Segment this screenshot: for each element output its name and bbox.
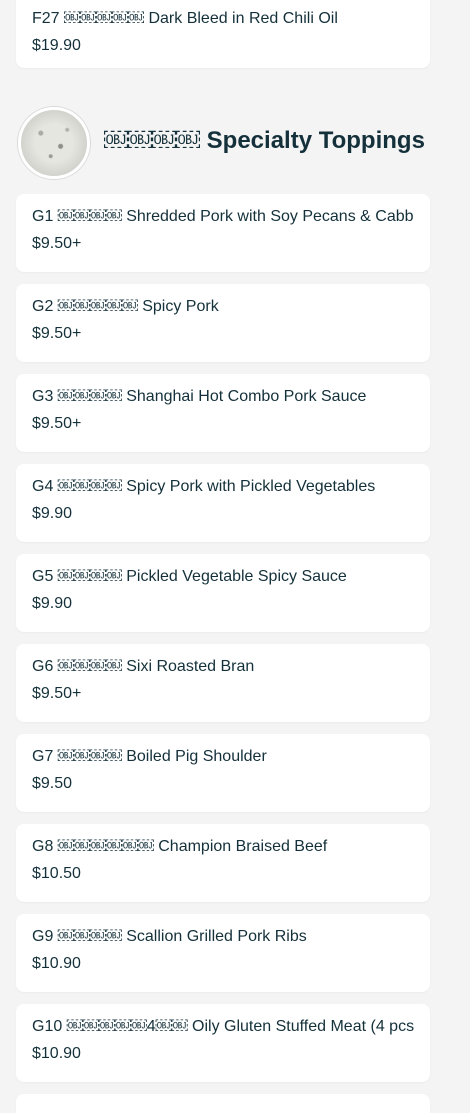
section-thumbnail-image [18,107,90,179]
menu-item-name: G4 ￼￼￼￼ Spicy Pork with Pickled Vegetabl… [32,478,376,495]
menu-item-card[interactable]: G5 ￼￼￼￼ Pickled Vegetable Spicy Sauce $9… [16,554,430,632]
menu-item-card[interactable]: G2 ￼￼￼￼￼ Spicy Pork $9.50+ [16,284,430,362]
menu-item-price: $9.90 [32,595,73,612]
menu-item-card[interactable]: G10 ￼￼￼￼￼4￼￼ Oily Gluten Stuffed Meat (4… [16,1004,430,1082]
menu-item-price: $9.90 [32,505,73,522]
menu-item-card[interactable]: G7 ￼￼￼￼ Boiled Pig Shoulder $9.50 [16,734,430,812]
menu-item-price: $10.90 [32,1045,81,1062]
menu-item-name: G7 ￼￼￼￼ Boiled Pig Shoulder [32,748,267,765]
menu-item-price: $10.90 [32,955,81,972]
menu-item-name: G2 ￼￼￼￼￼ Spicy Pork [32,298,219,315]
menu-item-name: G1 ￼￼￼￼ Shredded Pork with Soy Pecans & … [32,208,414,225]
menu-item-card-f27[interactable]: F27 ￼￼￼￼￼ Dark Bleed in Red Chili Oil $1… [16,0,430,68]
menu-item-price: $9.50+ [32,685,82,702]
menu-item-card-partial[interactable] [16,1094,430,1113]
menu-item-name: G6 ￼￼￼￼ Sixi Roasted Bran [32,658,255,675]
menu-item-price: $9.50+ [32,415,82,432]
menu-item-card[interactable]: G3 ￼￼￼￼ Shanghai Hot Combo Pork Sauce $9… [16,374,430,452]
menu-item-name: G3 ￼￼￼￼ Shanghai Hot Combo Pork Sauce [32,388,367,405]
menu-item-card[interactable]: G4 ￼￼￼￼ Spicy Pork with Pickled Vegetabl… [16,464,430,542]
menu-item-name: F27 ￼￼￼￼￼ Dark Bleed in Red Chili Oil [32,10,338,27]
section-header: ￼￼￼￼ Specialty Toppings [16,105,446,179]
menu-item-card[interactable]: G9 ￼￼￼￼ Scallion Grilled Pork Ribs $10.9… [16,914,430,992]
section-title: ￼￼￼￼ Specialty Toppings [104,127,425,154]
menu-item-price: $9.50+ [32,235,82,252]
menu-item-card[interactable]: G8 ￼￼￼￼￼￼ Champion Braised Beef $10.50 [16,824,430,902]
menu-item-price: $9.50 [32,775,73,792]
menu-item-name: G9 ￼￼￼￼ Scallion Grilled Pork Ribs [32,928,307,945]
menu-item-card[interactable]: G1 ￼￼￼￼ Shredded Pork with Soy Pecans & … [16,194,430,272]
menu-page: F27 ￼￼￼￼￼ Dark Bleed in Red Chili Oil $1… [0,0,470,1113]
menu-item-card[interactable]: G6 ￼￼￼￼ Sixi Roasted Bran $9.50+ [16,644,430,722]
menu-item-price: $9.50+ [32,325,82,342]
menu-item-name: G5 ￼￼￼￼ Pickled Vegetable Spicy Sauce [32,568,347,585]
menu-item-name: G10 ￼￼￼￼￼4￼￼ Oily Gluten Stuffed Meat (4… [32,1018,414,1035]
menu-item-price: $19.90 [32,37,81,54]
menu-item-name: G8 ￼￼￼￼￼￼ Champion Braised Beef [32,838,328,855]
menu-item-price: $10.50 [32,865,81,882]
